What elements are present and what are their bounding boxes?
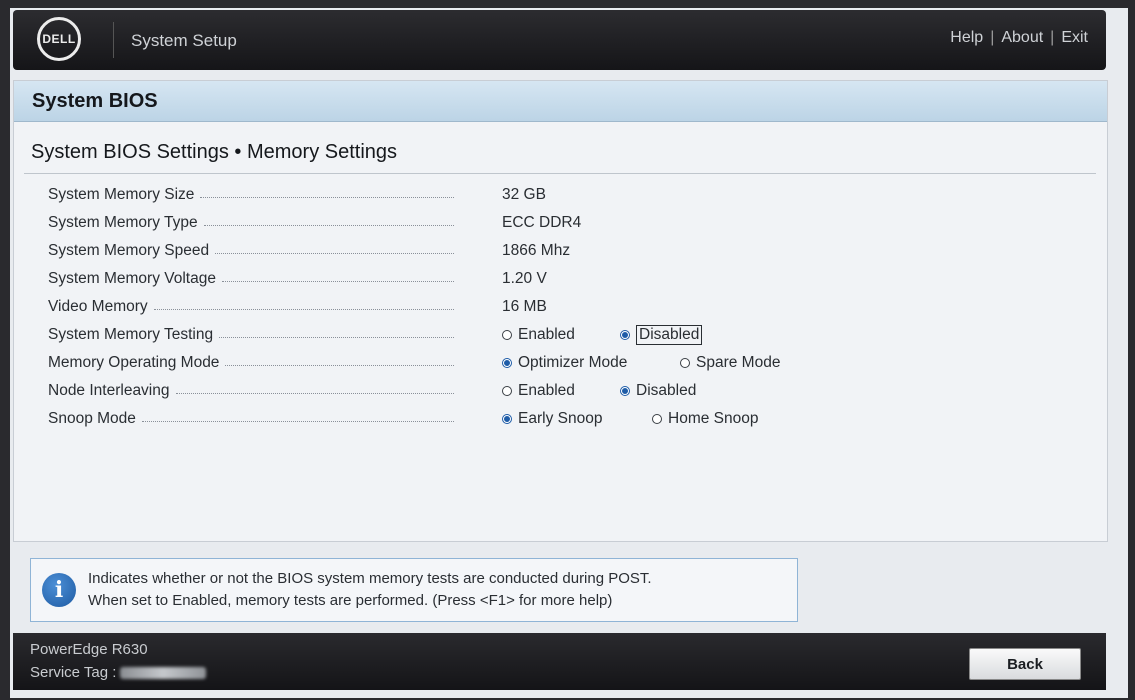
link-separator: | xyxy=(990,29,995,46)
setting-row-operating-mode: Memory Operating Mode Optimizer Mode Spa… xyxy=(48,349,1088,377)
setting-label: System Memory Voltage xyxy=(48,270,216,287)
spare-mode-radio[interactable]: Spare Mode xyxy=(680,354,780,372)
setting-value: ECC DDR4 xyxy=(502,214,582,231)
header-bar: DELL System Setup Help | About | Exit xyxy=(13,10,1106,70)
setting-row-memory-speed: System Memory Speed 1866 Mhz xyxy=(48,237,1088,265)
app-title: System Setup xyxy=(131,31,237,50)
node-interleaving-disabled-radio[interactable]: Disabled xyxy=(620,382,696,400)
radio-on-icon xyxy=(620,330,630,340)
setting-value: 16 MB xyxy=(502,298,547,315)
radio-off-icon xyxy=(652,414,662,424)
setting-row-node-interleaving: Node Interleaving Enabled Disabled xyxy=(48,377,1088,405)
logo-text: DELL xyxy=(42,32,76,46)
setting-row-memory-size: System Memory Size 32 GB xyxy=(48,181,1088,209)
setting-row-memory-voltage: System Memory Voltage 1.20 V xyxy=(48,265,1088,293)
redacted-service-tag xyxy=(120,666,207,679)
dell-logo: DELL xyxy=(37,17,81,61)
radio-on-icon xyxy=(502,358,512,368)
info-icon: i xyxy=(42,573,76,607)
help-line-1: Indicates whether or not the BIOS system… xyxy=(88,570,652,587)
setting-row-snoop-mode: Snoop Mode Early Snoop Home Snoop xyxy=(48,405,1088,433)
memory-testing-enabled-radio[interactable]: Enabled xyxy=(502,326,620,344)
setting-label: Video Memory xyxy=(48,298,148,315)
setting-row-memory-testing: System Memory Testing Enabled Disabled xyxy=(48,321,1088,349)
link-separator: | xyxy=(1050,29,1055,46)
radio-off-icon xyxy=(502,386,512,396)
radio-on-icon xyxy=(620,386,630,396)
service-tag: Service Tag : xyxy=(30,664,207,681)
radio-off-icon xyxy=(502,330,512,340)
setting-row-memory-type: System Memory Type ECC DDR4 xyxy=(48,209,1088,237)
setting-label: System Memory Size xyxy=(48,186,195,203)
memory-testing-disabled-radio[interactable]: Disabled xyxy=(620,325,703,345)
header-divider xyxy=(113,22,114,58)
setting-label: Memory Operating Mode xyxy=(48,354,220,371)
settings-panel: System BIOS System BIOS Settings • Memor… xyxy=(13,80,1108,542)
setting-value: 1866 Mhz xyxy=(502,242,571,259)
back-button[interactable]: Back xyxy=(969,648,1081,680)
setting-label: Node Interleaving xyxy=(48,382,170,399)
node-interleaving-enabled-radio[interactable]: Enabled xyxy=(502,382,620,400)
radio-on-icon xyxy=(502,414,512,424)
help-line-2: When set to Enabled, memory tests are pe… xyxy=(88,592,613,609)
help-link[interactable]: Help xyxy=(950,29,983,47)
settings-list: System Memory Size 32 GB System Memory T… xyxy=(48,181,1088,433)
home-snoop-radio[interactable]: Home Snoop xyxy=(652,410,758,428)
section-divider xyxy=(24,173,1096,174)
setting-value: 32 GB xyxy=(502,186,546,203)
about-link[interactable]: About xyxy=(1001,29,1043,47)
model-name: PowerEdge R630 xyxy=(30,641,148,658)
panel-title: System BIOS xyxy=(14,81,1107,122)
setting-label: Snoop Mode xyxy=(48,410,136,427)
optimizer-mode-radio[interactable]: Optimizer Mode xyxy=(502,354,680,372)
setting-label: System Memory Speed xyxy=(48,242,210,259)
help-box: i Indicates whether or not the BIOS syst… xyxy=(30,558,798,622)
help-text: Indicates whether or not the BIOS system… xyxy=(88,568,652,612)
setting-row-video-memory: Video Memory 16 MB xyxy=(48,293,1088,321)
footer-bar: PowerEdge R630 Service Tag : Back xyxy=(13,633,1106,690)
setting-label: System Memory Type xyxy=(48,214,198,231)
exit-link[interactable]: Exit xyxy=(1061,29,1088,47)
service-tag-label: Service Tag : xyxy=(30,664,117,681)
radio-off-icon xyxy=(680,358,690,368)
early-snoop-radio[interactable]: Early Snoop xyxy=(502,410,652,428)
setting-label: System Memory Testing xyxy=(48,326,214,343)
setting-value: 1.20 V xyxy=(502,270,547,287)
section-title: System BIOS Settings • Memory Settings xyxy=(31,141,398,163)
header-links: Help | About | Exit xyxy=(950,29,1088,47)
